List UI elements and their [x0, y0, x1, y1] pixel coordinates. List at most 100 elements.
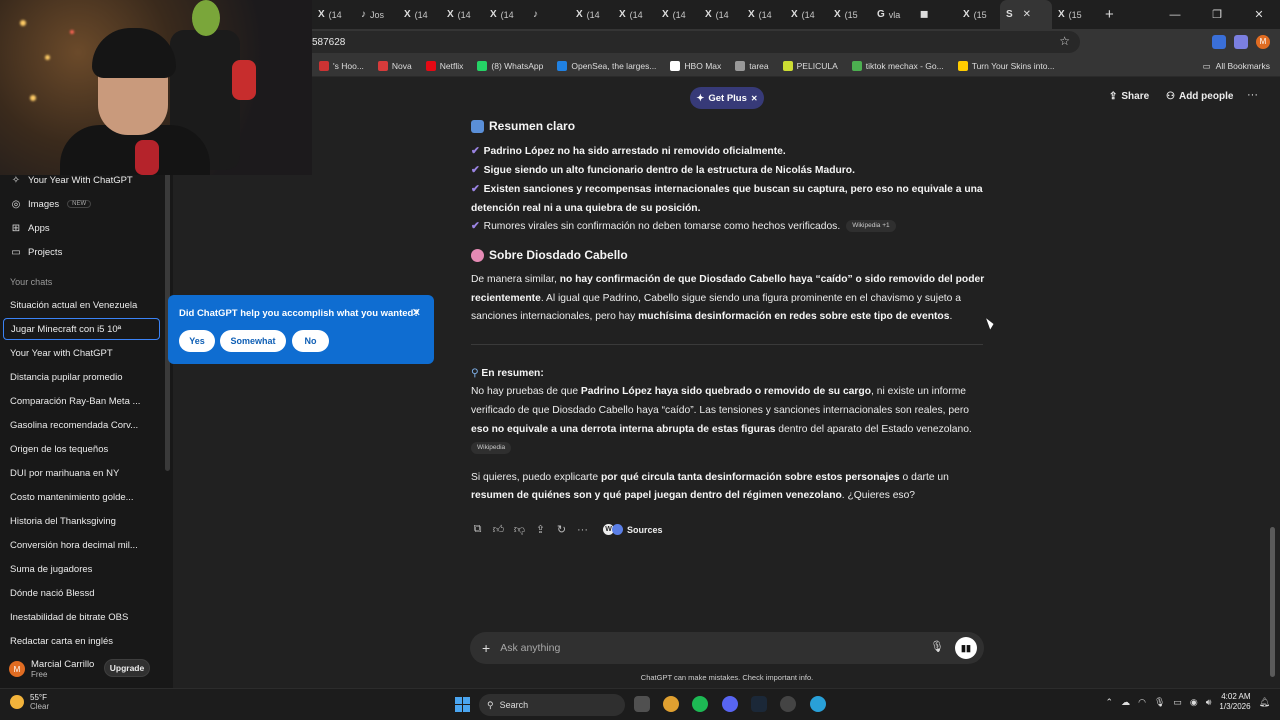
regenerate-icon[interactable]: ↻: [555, 523, 568, 536]
chat-list-item[interactable]: Gasolina recomendada Corv...: [3, 414, 160, 436]
tray-network-icon[interactable]: ◉: [1190, 697, 1198, 708]
shield-extension-icon[interactable]: [1212, 35, 1226, 49]
browser-tab[interactable]: X (14: [441, 0, 484, 29]
bookmark-item[interactable]: (8) WhatsApp: [470, 60, 550, 71]
all-bookmarks-button[interactable]: ▭ All Bookmarks: [1203, 55, 1270, 77]
tray-display-icon[interactable]: ▭: [1173, 697, 1182, 708]
chat-list-item[interactable]: Dónde nació Blessd: [3, 582, 160, 604]
chat-list-item[interactable]: Comparación Ray-Ban Meta ...: [3, 390, 160, 412]
close-icon[interactable]: ✕: [751, 94, 758, 103]
taskbar-search[interactable]: ⚲ Search: [479, 694, 625, 716]
share-message-icon[interactable]: ⇪: [534, 523, 547, 536]
chat-list-item[interactable]: Conversión hora decimal mil...: [3, 534, 160, 556]
browser-tab[interactable]: X (14: [312, 0, 355, 29]
chat-list-item[interactable]: DUI por marihuana en NY: [3, 462, 160, 484]
close-tab-icon[interactable]: ✕: [1023, 9, 1031, 20]
main-scrollbar[interactable]: [1270, 527, 1275, 677]
chat-list-item[interactable]: Redactar carta en inglés: [3, 630, 160, 652]
upgrade-button[interactable]: Upgrade: [104, 659, 150, 677]
sidebar-item-projects[interactable]: ▭ Projects: [0, 241, 163, 263]
microphone-icon[interactable]: 🎙︎: [930, 640, 944, 653]
bookmark-item[interactable]: HBO Max: [663, 60, 728, 71]
bookmark-item[interactable]: Netflix: [419, 60, 471, 71]
minimize-icon[interactable]: —: [1154, 9, 1196, 21]
user-menu[interactable]: M Marcial Carrillo Free Upgrade: [0, 650, 173, 688]
more-options-icon[interactable]: ···: [1247, 89, 1258, 101]
chat-list-item[interactable]: Your Year with ChatGPT: [3, 342, 160, 364]
clock[interactable]: 4:02 AM 1/3/2026: [1219, 692, 1250, 712]
more-actions-icon[interactable]: ···: [576, 524, 589, 536]
browser-tab[interactable]: X (14: [742, 0, 785, 29]
copy-icon[interactable]: ⧉: [471, 523, 484, 536]
feedback-no-button[interactable]: No: [292, 330, 329, 352]
steam-icon[interactable]: [751, 696, 767, 712]
share-button[interactable]: ⇪ Share: [1109, 91, 1149, 102]
purple-extension-icon[interactable]: [1234, 35, 1248, 49]
browser-tab[interactable]: ♪: [527, 0, 570, 29]
notifications-icon[interactable]: 🔔︎: [1259, 697, 1270, 708]
browser-tab[interactable]: S ✕: [1000, 0, 1052, 29]
browser-tab[interactable]: X (14: [613, 0, 656, 29]
browser-tab[interactable]: ♪ Jos: [355, 0, 398, 29]
browser-tab[interactable]: X (14: [398, 0, 441, 29]
browser-tab[interactable]: X (14: [570, 0, 613, 29]
ask-input[interactable]: [500, 642, 901, 654]
browser-tab[interactable]: X (15: [1052, 0, 1095, 29]
feedback-yes-button[interactable]: Yes: [179, 330, 215, 352]
bookmark-item[interactable]: Turn Your Skins into...: [951, 60, 1062, 71]
chat-list-item[interactable]: Jugar Minecraft con i5 10ª: [3, 318, 160, 340]
maximize-icon[interactable]: ❐: [1196, 8, 1238, 21]
browser-tab[interactable]: ◼: [914, 0, 957, 29]
messenger-icon[interactable]: [810, 696, 826, 712]
chat-list-item[interactable]: Origen de los tequeños: [3, 438, 160, 460]
close-window-icon[interactable]: ✕: [1238, 8, 1280, 21]
bookmark-item[interactable]: PELICULA: [776, 60, 845, 71]
close-icon[interactable]: ✕: [412, 306, 421, 319]
address-bar[interactable]: 587628 ☆: [300, 31, 1080, 53]
chat-list-item[interactable]: Situación actual en Venezuela: [3, 294, 160, 316]
tray-mic-icon[interactable]: 🎙︎: [1154, 697, 1165, 708]
chat-list-item[interactable]: Costo mantenimiento golde...: [3, 486, 160, 508]
chat-list-item[interactable]: Inestabilidad de bitrate OBS: [3, 606, 160, 628]
add-people-button[interactable]: ⚇ Add people: [1166, 91, 1233, 102]
browser-tab[interactable]: X (14: [785, 0, 828, 29]
thumbs-up-icon[interactable]: 👍︎: [492, 523, 505, 536]
bookmark-item[interactable]: tiktok mechax - Go...: [845, 60, 951, 71]
new-tab-icon[interactable]: +: [1105, 6, 1123, 23]
profile-avatar[interactable]: M: [1256, 35, 1270, 49]
bookmark-item[interactable]: OpenSea, the larges...: [550, 60, 663, 71]
bookmark-item[interactable]: tarea: [728, 60, 775, 71]
tray-app-icon[interactable]: ☁: [1121, 697, 1130, 708]
sidebar-item-images[interactable]: ◎ Images NEW: [0, 193, 163, 215]
browser-tab[interactable]: X (15: [957, 0, 1000, 29]
chat-list-item[interactable]: Suma de jugadores: [3, 558, 160, 580]
browser-tab[interactable]: Gvla: [871, 0, 914, 29]
thumbs-down-icon[interactable]: 👎︎: [513, 523, 526, 536]
obs-icon[interactable]: [780, 696, 796, 712]
sources-button[interactable]: W Sources: [603, 524, 663, 535]
browser-tab[interactable]: X (14: [656, 0, 699, 29]
file-explorer-icon[interactable]: [634, 696, 650, 712]
bookmark-star-icon[interactable]: ☆: [1059, 34, 1070, 48]
browser-tab[interactable]: X (14: [699, 0, 742, 29]
get-plus-button[interactable]: ✦ Get Plus ✕: [690, 87, 764, 109]
discord-icon[interactable]: [722, 696, 738, 712]
chrome-icon[interactable]: [663, 696, 679, 712]
tray-wifi-icon[interactable]: ◠: [1138, 697, 1146, 708]
browser-tab[interactable]: X (14: [484, 0, 527, 29]
chat-list-item[interactable]: Distancia pupilar promedio: [3, 366, 160, 388]
voice-mode-icon[interactable]: ▮▮: [955, 637, 977, 659]
sidebar-item-apps[interactable]: ⊞ Apps: [0, 217, 163, 239]
add-attachment-icon[interactable]: +: [482, 640, 490, 656]
feedback-somewhat-button[interactable]: Somewhat: [220, 330, 286, 352]
spotify-icon[interactable]: [692, 696, 708, 712]
chat-list-item[interactable]: Historia del Thanksgiving: [3, 510, 160, 532]
tray-volume-icon[interactable]: 🔊︎: [1206, 697, 1212, 708]
browser-tab[interactable]: X (15: [828, 0, 871, 29]
weather-widget[interactable]: 55°F Clear: [10, 693, 49, 711]
bookmark-item[interactable]: Nova: [371, 60, 419, 71]
bookmark-item[interactable]: 's Hoo...: [312, 60, 371, 71]
windows-start-icon[interactable]: [455, 697, 470, 712]
tray-chevron-up-icon[interactable]: ⌃: [1106, 697, 1114, 708]
source-pill[interactable]: Wikipedia: [471, 442, 512, 455]
